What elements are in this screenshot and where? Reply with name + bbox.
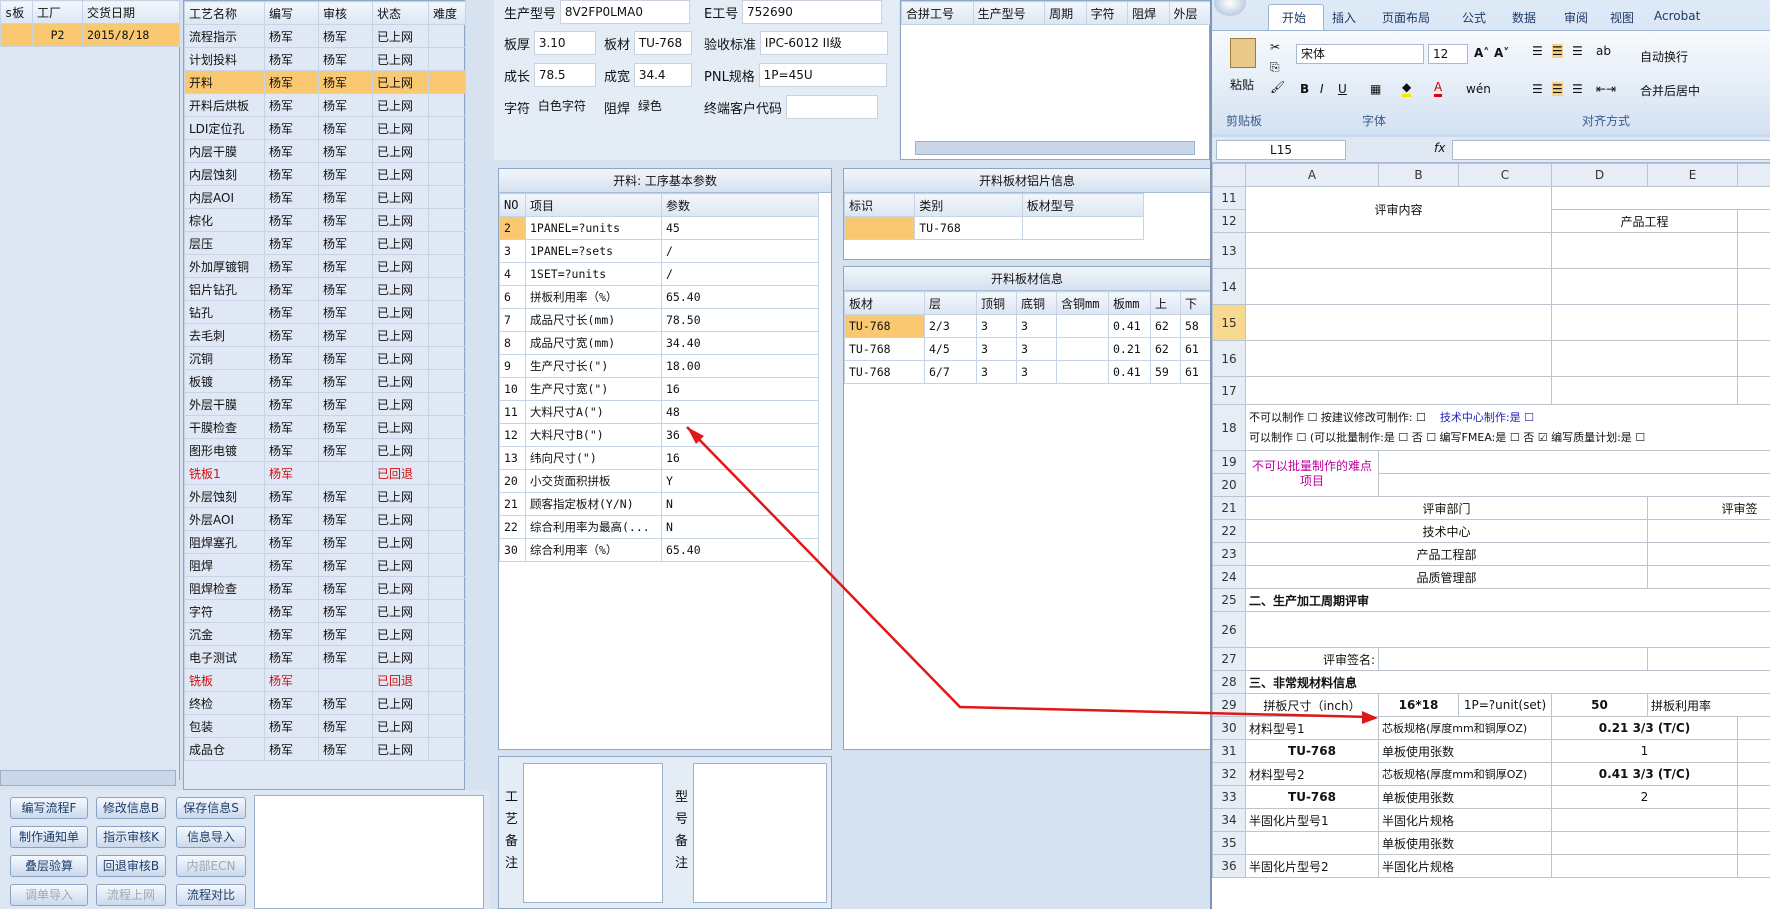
arrow-head-right [1362,711,1378,724]
annotation-arrow-line [686,426,1371,719]
annotation-arrows [686,426,1378,724]
